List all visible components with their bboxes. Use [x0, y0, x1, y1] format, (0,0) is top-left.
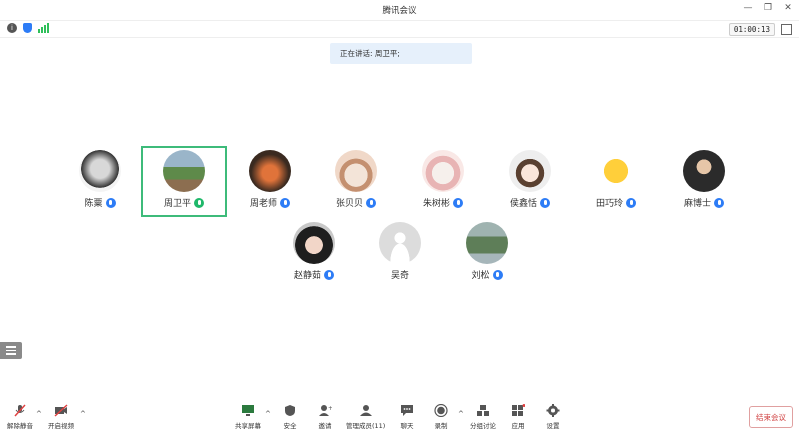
title-bar: 腾讯会议 — ❐ ✕ [0, 0, 799, 20]
mic-icon [492, 269, 503, 280]
participant-name: 麻博士 [683, 199, 711, 209]
apps-grid-icon [511, 404, 526, 417]
avatar [595, 150, 637, 192]
avatar [79, 150, 121, 192]
video-label: 开启视频 [48, 422, 74, 430]
participant-name: 周卫平 [163, 199, 191, 209]
window-controls: — ❐ ✕ [743, 3, 793, 13]
manage-members-button[interactable]: 管理成员(11) [346, 404, 385, 430]
share-label: 共享屏幕 [235, 422, 261, 430]
breakout-rooms-button[interactable]: 分组讨论 [470, 404, 496, 430]
avatar [509, 150, 551, 192]
mic-icon [540, 197, 550, 208]
avatar [466, 222, 508, 264]
record-options-caret[interactable]: ^ [458, 410, 464, 418]
security-button[interactable]: 安全 [283, 404, 297, 430]
invite-label: 邀请 [318, 422, 332, 430]
svg-text:+: + [328, 405, 332, 412]
start-video-button[interactable]: 开启视频 [48, 404, 74, 430]
shield-icon [283, 404, 297, 417]
add-user-icon: + [318, 404, 333, 417]
participant-tile[interactable]: 吴奇 [355, 222, 445, 281]
chat-label: 聊天 [400, 422, 414, 430]
avatar [293, 222, 335, 264]
speaking-banner: 正在讲话: 周卫平; [330, 43, 472, 64]
invite-button[interactable]: + 邀请 [318, 404, 333, 430]
participant-tile[interactable]: 周卫平 [139, 150, 229, 209]
participant-tile[interactable]: 侯鑫恬 [485, 150, 575, 209]
members-label: 管理成员(11) [346, 422, 386, 430]
chat-icon [400, 404, 414, 417]
security-label: 安全 [283, 422, 297, 430]
breakout-label: 分组讨论 [470, 422, 496, 430]
mic-icon [366, 197, 376, 208]
mic-icon [194, 197, 204, 208]
participant-tile[interactable]: 刘松 [442, 222, 532, 281]
record-label: 录制 [434, 422, 448, 430]
participant-list-toggle[interactable] [0, 342, 22, 359]
record-button[interactable]: 录制 [434, 403, 448, 430]
mic-icon [626, 197, 636, 208]
shield-icon[interactable] [23, 23, 32, 33]
mic-icon [280, 197, 290, 208]
participant-tile[interactable]: 张贝贝 [311, 150, 401, 209]
unmute-label: 解除静音 [7, 422, 33, 430]
apps-label: 应用 [511, 422, 525, 430]
video-options-caret[interactable]: ^ [80, 410, 86, 418]
apps-button[interactable]: 应用 [511, 404, 526, 430]
end-meeting-button[interactable]: 结束会议 [749, 406, 793, 428]
participant-name: 朱树彬 [422, 199, 450, 209]
restore-button[interactable]: ❐ [763, 3, 773, 13]
fullscreen-icon[interactable] [781, 24, 792, 35]
members-icon [359, 404, 373, 417]
minimize-button[interactable]: — [743, 3, 753, 13]
camera-off-icon [54, 404, 68, 417]
status-bar: i 01:00:13 [0, 20, 799, 38]
avatar [163, 150, 205, 192]
avatar [249, 150, 291, 192]
share-options-caret[interactable]: ^ [265, 410, 271, 418]
breakout-icon [476, 404, 490, 417]
default-avatar-icon [379, 222, 421, 264]
record-icon [434, 403, 448, 418]
participant-tile[interactable]: 周老师 [225, 150, 315, 209]
mic-icon [714, 197, 724, 208]
unmute-button[interactable]: 解除静音 [7, 404, 33, 430]
participant-tile[interactable]: 田巧玲 [571, 150, 661, 209]
settings-button[interactable]: 设置 [546, 404, 560, 430]
participant-name: 田巧玲 [595, 199, 623, 209]
participant-tile[interactable]: 陈粟 [55, 150, 145, 209]
avatar [683, 150, 725, 192]
info-icon[interactable]: i [7, 23, 17, 33]
mic-icon [324, 269, 334, 280]
share-screen-icon [241, 404, 255, 417]
participant-tile[interactable]: 麻博士 [659, 150, 749, 209]
participant-tile[interactable]: 赵静茹 [269, 222, 359, 281]
participant-name: 张贝贝 [335, 199, 363, 209]
mic-icon [105, 197, 116, 208]
share-screen-button[interactable]: 共享屏幕 [235, 404, 261, 430]
muted-mic-icon [13, 404, 27, 417]
signal-icon[interactable] [38, 23, 49, 33]
participant-name: 陈粟 [84, 199, 103, 209]
close-button[interactable]: ✕ [783, 3, 793, 13]
participant-name: 侯鑫恬 [509, 199, 537, 209]
bottom-toolbar: 解除静音 ^ 开启视频 ^ 共享屏幕 ^ 安全 + 邀请 管理成员(11) 聊天… [0, 400, 799, 433]
window-title: 腾讯会议 [382, 6, 417, 16]
participant-name: 赵静茹 [293, 271, 321, 281]
participant-name: 周老师 [249, 199, 277, 209]
chat-button[interactable]: 聊天 [400, 404, 414, 430]
meeting-timer: 01:00:13 [728, 23, 775, 36]
avatar [335, 150, 377, 192]
settings-label: 设置 [546, 422, 560, 430]
mic-icon [453, 197, 463, 208]
audio-options-caret[interactable]: ^ [36, 410, 42, 418]
gear-icon [546, 404, 560, 417]
participant-name: 刘松 [471, 271, 490, 281]
avatar [422, 150, 464, 192]
participant-tile[interactable]: 朱树彬 [398, 150, 488, 209]
participant-name: 吴奇 [390, 271, 409, 281]
